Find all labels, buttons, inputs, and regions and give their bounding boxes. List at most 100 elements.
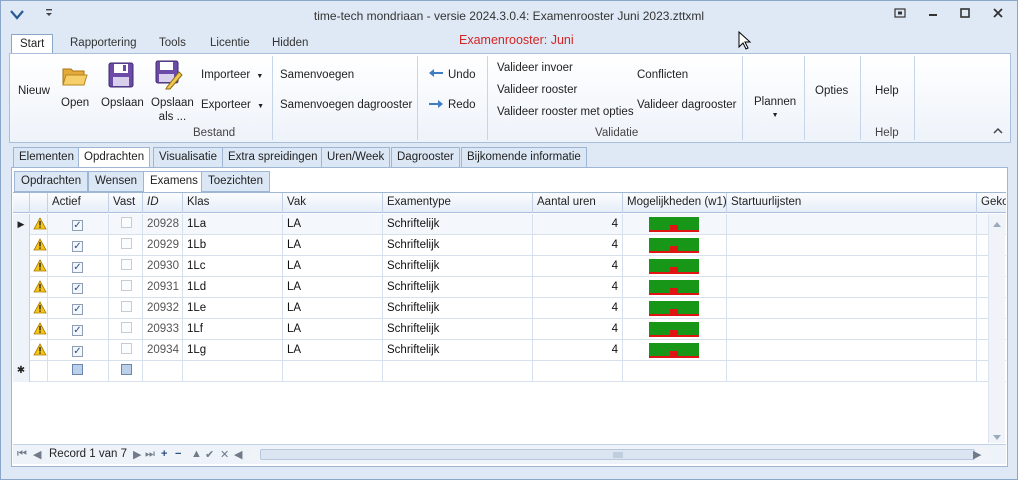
scroll-down-icon[interactable] bbox=[993, 432, 1001, 443]
examentype-cell[interactable]: Schriftelijk bbox=[383, 235, 533, 256]
klas-cell[interactable]: 1Lb bbox=[183, 235, 283, 256]
table-row[interactable]: ✓ 20934 1Lg LA Schriftelijk 4 bbox=[13, 340, 1006, 361]
opslaan-button[interactable]: Opslaan bbox=[101, 96, 144, 110]
vast-checkbox[interactable] bbox=[121, 343, 132, 354]
samenvoegen-dagrooster-button[interactable]: Samenvoegen dagrooster bbox=[280, 99, 412, 111]
klas-cell[interactable]: 1Lc bbox=[183, 256, 283, 277]
valideer-rooster-button[interactable]: Valideer rooster bbox=[497, 84, 577, 96]
exporteer-button[interactable]: Exporteer ▼ bbox=[201, 99, 264, 111]
row-indicator[interactable]: ▶ bbox=[13, 214, 30, 235]
startuurlijsten-cell[interactable] bbox=[727, 214, 977, 235]
last-record-icon[interactable]: ⏭ bbox=[145, 448, 155, 461]
vast-checkbox[interactable] bbox=[121, 217, 132, 228]
column-header-vak[interactable]: Vak bbox=[283, 193, 383, 213]
startuurlijsten-cell[interactable] bbox=[727, 298, 977, 319]
tab-rapportering[interactable]: Rapportering bbox=[62, 34, 144, 54]
row-indicator[interactable] bbox=[13, 319, 30, 340]
aantal-uren-cell[interactable] bbox=[533, 361, 623, 382]
id-cell[interactable]: 20932 bbox=[143, 298, 183, 319]
mogelijkheden-cell[interactable] bbox=[623, 361, 727, 382]
vast-cell[interactable] bbox=[109, 277, 143, 298]
aantal-uren-cell[interactable]: 4 bbox=[533, 214, 623, 235]
mogelijkheden-cell[interactable] bbox=[623, 256, 727, 277]
next-record-icon[interactable]: ▶ bbox=[133, 448, 141, 461]
actief-cell[interactable]: ✓ bbox=[48, 340, 109, 361]
plannen-button[interactable]: Plannen ▼ bbox=[754, 95, 796, 123]
subtab-examens[interactable]: Examens bbox=[143, 171, 205, 193]
table-row[interactable]: ✓ 20933 1Lf LA Schriftelijk 4 bbox=[13, 319, 1006, 340]
vak-cell[interactable]: LA bbox=[283, 319, 383, 340]
tab-elementen[interactable]: Elementen bbox=[13, 147, 80, 168]
actief-checkbox[interactable]: ✓ bbox=[72, 304, 83, 315]
add-record-icon[interactable]: + bbox=[161, 448, 167, 460]
collapse-ribbon-icon[interactable] bbox=[993, 126, 1003, 138]
klas-cell[interactable]: 1La bbox=[183, 214, 283, 235]
tab-licentie[interactable]: Licentie bbox=[202, 34, 258, 54]
scroll-thumb[interactable] bbox=[260, 449, 975, 460]
conflicten-button[interactable]: Conflicten bbox=[637, 69, 688, 81]
aantal-uren-cell[interactable]: 4 bbox=[533, 277, 623, 298]
id-cell[interactable]: 20928 bbox=[143, 214, 183, 235]
table-row[interactable]: ✓ 20929 1Lb LA Schriftelijk 4 bbox=[13, 235, 1006, 256]
vak-cell[interactable] bbox=[283, 361, 383, 382]
id-cell[interactable]: 20930 bbox=[143, 256, 183, 277]
scroll-right-icon[interactable]: ▶ bbox=[973, 448, 981, 461]
actief-checkbox[interactable]: ✓ bbox=[72, 262, 83, 273]
column-header-klas[interactable]: Klas bbox=[183, 193, 283, 213]
tab-extra-spreidingen[interactable]: Extra spreidingen bbox=[222, 147, 324, 168]
aantal-uren-cell[interactable]: 4 bbox=[533, 235, 623, 256]
startuurlijsten-cell[interactable] bbox=[727, 277, 977, 298]
restore-icon[interactable] bbox=[889, 6, 911, 24]
horizontal-scrollbar[interactable] bbox=[250, 448, 990, 461]
importeer-button[interactable]: Importeer ▼ bbox=[201, 69, 263, 81]
column-header-id[interactable]: ID bbox=[143, 193, 183, 213]
vast-cell[interactable] bbox=[109, 340, 143, 361]
klas-cell[interactable]: 1Le bbox=[183, 298, 283, 319]
column-header-examentype[interactable]: Examentype bbox=[383, 193, 533, 213]
undo-button[interactable]: Undo bbox=[448, 69, 476, 81]
aantal-uren-cell[interactable]: 4 bbox=[533, 298, 623, 319]
row-indicator[interactable] bbox=[13, 235, 30, 256]
examentype-cell[interactable]: Schriftelijk bbox=[383, 298, 533, 319]
vast-checkbox[interactable] bbox=[121, 259, 132, 270]
klas-cell[interactable]: 1Lf bbox=[183, 319, 283, 340]
mogelijkheden-cell[interactable] bbox=[623, 298, 727, 319]
actief-checkbox[interactable]: ✓ bbox=[72, 220, 83, 231]
id-cell[interactable]: 20931 bbox=[143, 277, 183, 298]
actief-cell[interactable]: ✓ bbox=[48, 235, 109, 256]
vast-checkbox[interactable] bbox=[121, 280, 132, 291]
examentype-cell[interactable] bbox=[383, 361, 533, 382]
startuurlijsten-cell[interactable] bbox=[727, 235, 977, 256]
actief-checkbox[interactable]: ✓ bbox=[72, 283, 83, 294]
klas-cell[interactable]: 1Ld bbox=[183, 277, 283, 298]
column-header-mogelijkheden[interactable]: Mogelijkheden (w1) bbox=[623, 193, 727, 213]
row-indicator[interactable] bbox=[13, 298, 30, 319]
new-row[interactable]: ✱ bbox=[13, 361, 1006, 382]
delete-record-icon[interactable]: − bbox=[175, 448, 181, 460]
examentype-cell[interactable]: Schriftelijk bbox=[383, 319, 533, 340]
klas-cell[interactable] bbox=[183, 361, 283, 382]
vak-cell[interactable]: LA bbox=[283, 298, 383, 319]
previous-record-icon[interactable]: ◀ bbox=[33, 448, 41, 461]
tab-visualisatie[interactable]: Visualisatie bbox=[153, 147, 223, 168]
tab-start[interactable]: Start bbox=[11, 34, 54, 54]
vast-checkbox[interactable] bbox=[121, 301, 132, 312]
actief-cell[interactable] bbox=[48, 361, 109, 382]
valideer-invoer-button[interactable]: Valideer invoer bbox=[497, 62, 573, 74]
examentype-cell[interactable]: Schriftelijk bbox=[383, 340, 533, 361]
aantal-uren-cell[interactable]: 4 bbox=[533, 319, 623, 340]
aantal-uren-cell[interactable]: 4 bbox=[533, 340, 623, 361]
column-header-aantal-uren[interactable]: Aantal uren bbox=[533, 193, 623, 213]
vast-cell[interactable] bbox=[109, 361, 143, 382]
subtab-opdrachten[interactable]: Opdrachten bbox=[14, 171, 89, 192]
vak-cell[interactable]: LA bbox=[283, 340, 383, 361]
maximize-button[interactable] bbox=[954, 6, 976, 24]
edit-record-icon[interactable]: ▲ bbox=[191, 448, 202, 460]
actief-checkbox[interactable]: ✓ bbox=[72, 346, 83, 357]
redo-button[interactable]: Redo bbox=[448, 99, 476, 111]
id-cell[interactable]: 20933 bbox=[143, 319, 183, 340]
vast-checkbox[interactable] bbox=[121, 364, 132, 375]
startuurlijsten-cell[interactable] bbox=[727, 319, 977, 340]
tab-tools[interactable]: Tools bbox=[151, 34, 194, 54]
vast-checkbox[interactable] bbox=[121, 238, 132, 249]
